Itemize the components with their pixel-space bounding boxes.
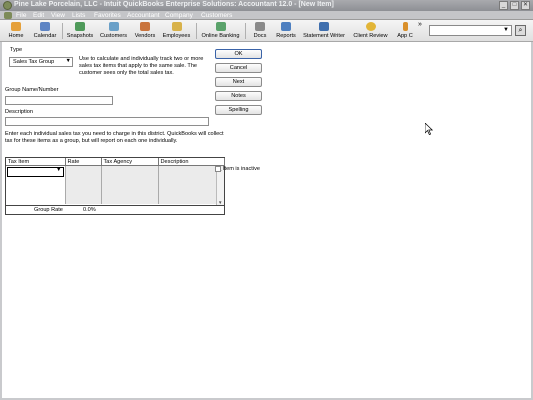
type-label: Type xyxy=(10,47,23,53)
group-name-input[interactable] xyxy=(5,96,113,105)
table-row-tax-item-cell[interactable]: ▼ xyxy=(6,165,66,204)
menu-accountant[interactable]: Accountant xyxy=(127,11,160,20)
customers-icon xyxy=(108,22,119,31)
notes-button[interactable]: Notes xyxy=(215,91,262,101)
type-select[interactable]: Sales Tax Group ▼ xyxy=(9,57,73,67)
column-header-tax-agency[interactable]: Tax Agency xyxy=(101,158,159,166)
online-banking-icon xyxy=(215,22,226,31)
client-review-icon xyxy=(365,22,376,31)
description-label: Description xyxy=(5,109,33,115)
quickbooks-logo-icon xyxy=(3,1,12,10)
employees-icon xyxy=(171,22,182,31)
mouse-pointer-icon xyxy=(425,123,433,135)
group-rate-label: Group Rate xyxy=(34,207,63,213)
group-rate-value: 0.0% xyxy=(83,207,96,213)
menu-lists[interactable]: Lists xyxy=(72,11,85,20)
toolbar-app-center[interactable]: App C xyxy=(394,22,416,41)
spelling-button[interactable]: Spelling xyxy=(215,105,262,115)
type-select-value: Sales Tax Group xyxy=(13,59,55,65)
reports-icon xyxy=(281,22,291,31)
ok-button[interactable]: OK xyxy=(215,49,262,59)
menu-file[interactable]: File xyxy=(16,11,26,20)
maximize-button[interactable]: □ xyxy=(510,1,519,10)
item-inactive-checkbox[interactable] xyxy=(215,166,221,172)
toolbar-separator xyxy=(245,23,246,39)
toolbar-calendar[interactable]: Calendar xyxy=(30,22,60,41)
next-button[interactable]: Next xyxy=(215,77,262,87)
menu-company[interactable]: Company xyxy=(165,11,193,20)
snapshot-chart-icon xyxy=(75,22,85,31)
chevron-down-icon: ▼ xyxy=(65,58,71,64)
table-row-tax-agency-cell[interactable] xyxy=(101,165,159,204)
search-input[interactable]: ▼ xyxy=(429,25,512,36)
toolbar-statement-writer[interactable]: Statement Writer xyxy=(300,22,348,41)
toolbar-customers[interactable]: Customers xyxy=(97,22,130,41)
toolbar-more-chevron-icon[interactable]: » xyxy=(418,21,422,28)
description-input[interactable] xyxy=(5,117,209,126)
chevron-down-icon: ▼ xyxy=(56,167,62,173)
column-header-tax-item[interactable]: Tax Item xyxy=(6,158,66,166)
table-scrollbar[interactable]: ▲ ▼ xyxy=(216,167,224,205)
table-row-rate-cell[interactable] xyxy=(65,165,102,204)
toolbar-reports[interactable]: Reports xyxy=(273,22,299,41)
menu-customers[interactable]: Customers xyxy=(201,11,232,20)
house-icon xyxy=(11,22,21,31)
column-header-rate[interactable]: Rate xyxy=(65,158,102,166)
toolbar-client-review[interactable]: Client Review xyxy=(350,22,391,41)
toolbar-snapshots[interactable]: Snapshots xyxy=(64,22,96,41)
menu-favorites[interactable]: Favorites xyxy=(94,11,121,20)
cancel-button[interactable]: Cancel xyxy=(215,63,262,73)
tax-items-table: Tax Item Rate Tax Agency Description ▼ ▲… xyxy=(5,157,225,215)
toolbar-vendors[interactable]: Vendors xyxy=(131,22,159,41)
chevron-down-icon: ▼ xyxy=(503,27,509,33)
tax-item-dropdown[interactable]: ▼ xyxy=(7,167,64,177)
close-button[interactable]: ✕ xyxy=(521,1,530,10)
toolbar-separator xyxy=(196,23,197,39)
toolbar-home[interactable]: Home xyxy=(3,22,29,41)
window-title: Pine Lake Porcelain, LLC - Intuit QuickB… xyxy=(14,1,334,8)
menu-edit[interactable]: Edit xyxy=(33,11,44,20)
search-button[interactable]: ⌕ xyxy=(515,25,526,36)
menu-bar: File Edit View Lists Favorites Accountan… xyxy=(0,11,533,20)
docs-icon xyxy=(255,22,265,31)
group-name-label: Group Name/Number xyxy=(5,87,59,93)
app-center-icon xyxy=(402,22,408,31)
column-header-description[interactable]: Description xyxy=(158,158,225,166)
instructions-text: Enter each individual sales tax you need… xyxy=(5,131,224,145)
menu-view[interactable]: View xyxy=(51,11,65,20)
minimize-button[interactable]: _ xyxy=(499,1,508,10)
toolbar-docs[interactable]: Docs xyxy=(250,22,270,41)
app-menu-icon[interactable] xyxy=(4,12,12,19)
title-bar: Pine Lake Porcelain, LLC - Intuit QuickB… xyxy=(0,0,533,11)
toolbar-online-banking[interactable]: Online Banking xyxy=(198,22,243,41)
window-left-border xyxy=(0,42,2,400)
item-inactive-label: Item is inactive xyxy=(223,166,260,172)
statement-writer-icon xyxy=(319,22,329,31)
toolbar-employees[interactable]: Employees xyxy=(160,22,193,41)
toolbar-separator xyxy=(62,23,63,39)
magnifier-icon: ⌕ xyxy=(518,27,523,34)
type-description: Use to calculate and individually track … xyxy=(79,56,204,77)
group-rate-row: Group Rate 0.0% xyxy=(6,205,224,214)
calendar-icon xyxy=(40,22,50,31)
vendors-icon xyxy=(140,22,150,31)
